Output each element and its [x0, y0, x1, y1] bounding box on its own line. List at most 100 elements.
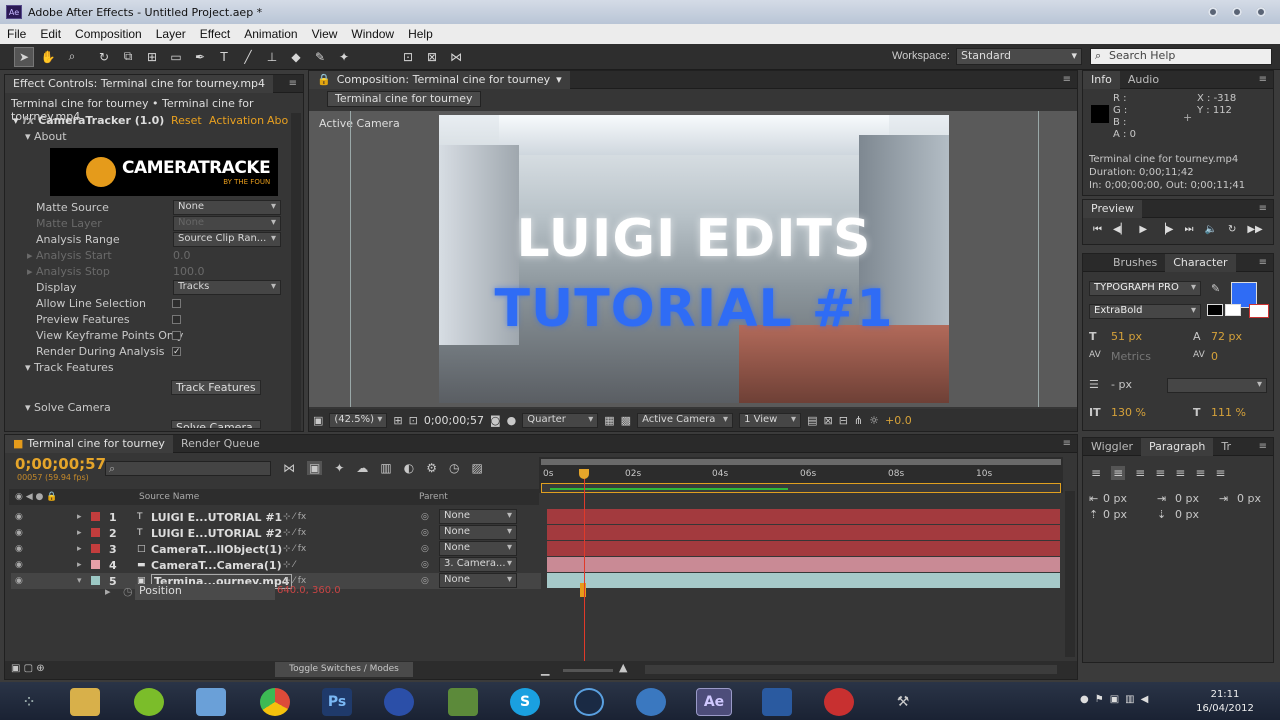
selection-tool-icon[interactable]: ➤	[14, 46, 34, 67]
layer-label-color[interactable]	[91, 528, 100, 537]
timeline-zoom-slider[interactable]	[563, 669, 613, 672]
justify-all-icon[interactable]: ≡	[1215, 466, 1225, 480]
comp-subtab[interactable]: Terminal cine for tourney	[327, 91, 481, 107]
kerning-value[interactable]: Metrics	[1111, 350, 1151, 363]
indent-left-value[interactable]: 0 px	[1103, 492, 1127, 505]
av-switches-icon[interactable]: ◉ ◀ ● 🔒	[15, 492, 57, 502]
tab-wiggler[interactable]: Wiggler	[1083, 438, 1141, 456]
tab-info[interactable]: Info	[1083, 70, 1120, 89]
rotate-tool-icon[interactable]: ↻	[94, 47, 114, 67]
chrome-icon[interactable]	[260, 688, 290, 716]
effect-controls-scrollbar[interactable]	[291, 113, 301, 431]
display-select[interactable]: Tracks	[173, 280, 281, 295]
layer-switches[interactable]: ⊹ ⁄ fx	[283, 512, 306, 522]
layer-duration-bar[interactable]	[547, 573, 1060, 588]
parent-pickwhip-icon[interactable]: ◎	[421, 528, 429, 538]
layer-switches[interactable]: ⊹ ⁄	[283, 560, 295, 570]
layer-switches[interactable]: ⊹ ⁄ fx	[283, 528, 306, 538]
vertical-scale-value[interactable]: 130 %	[1111, 406, 1146, 419]
activation-link[interactable]: Activation	[209, 114, 264, 127]
shy-icon[interactable]: ☁	[356, 461, 368, 475]
footer-toggle-icons[interactable]: ▣ ▢ ⊕	[11, 663, 45, 674]
ram-preview-icon[interactable]: ▶▶	[1247, 224, 1262, 235]
comp-viewer[interactable]: Active Camera LUIGI EDITS TUTORIAL #1	[309, 111, 1077, 407]
minimize-icon[interactable]	[1208, 7, 1218, 17]
position-property[interactable]: Position	[135, 584, 275, 600]
tab-timeline-comp[interactable]: ■ Terminal cine for tourney	[5, 434, 173, 453]
space-after-value[interactable]: 0 px	[1175, 508, 1199, 521]
brainstorm-icon[interactable]: ⚙	[426, 461, 437, 475]
firefox-icon[interactable]	[384, 688, 414, 716]
layer-label-color[interactable]	[91, 576, 100, 585]
menu-view[interactable]: View	[305, 27, 345, 41]
menu-file[interactable]: File	[0, 27, 33, 41]
paint-icon[interactable]	[196, 688, 226, 716]
disclosure-icon[interactable]: ▾	[13, 114, 19, 127]
position-value[interactable]: 640.0, 360.0	[277, 585, 341, 596]
view-keyframe-points-checkbox[interactable]	[172, 331, 181, 340]
menu-composition[interactable]: Composition	[68, 27, 149, 41]
visibility-eye-icon[interactable]: ◉	[15, 576, 23, 586]
parent-pickwhip-icon[interactable]: ◎	[421, 560, 429, 570]
tab-paragraph[interactable]: Paragraph	[1141, 437, 1214, 456]
position-keyframe[interactable]	[580, 583, 586, 597]
views-layout-select[interactable]: 1 View	[739, 412, 802, 428]
track-features-button[interactable]: Track Features	[171, 380, 261, 395]
white-swatch[interactable]	[1225, 304, 1241, 316]
about-link[interactable]: Abo	[267, 114, 288, 127]
type-tool-icon[interactable]: T	[214, 47, 234, 67]
layer-disclosure-icon[interactable]: ▸	[77, 512, 82, 522]
justify-left-icon[interactable]: ≡	[1155, 466, 1165, 480]
parent-pickwhip-icon[interactable]: ◎	[421, 576, 429, 586]
toggle-switches-modes-button[interactable]: Toggle Switches / Modes	[275, 662, 413, 677]
comp-timecode[interactable]: 0;00;00;57	[424, 414, 484, 427]
stopwatch-icon[interactable]: ◷	[449, 461, 459, 475]
zoom-tool-icon[interactable]: ⌕	[62, 47, 82, 67]
allow-line-selection-checkbox[interactable]	[172, 299, 181, 308]
region-icon[interactable]: ▦	[604, 414, 614, 427]
font-family-select[interactable]: TYPOGRAPH PRO	[1089, 281, 1201, 296]
layer-duration-bar[interactable]	[547, 525, 1060, 540]
resolution-select[interactable]: Quarter	[522, 412, 599, 428]
align-center-icon[interactable]: ≡	[1111, 466, 1126, 480]
maximize-icon[interactable]	[1232, 7, 1242, 17]
transparency-grid-icon[interactable]: ▩	[621, 414, 631, 427]
layer-row[interactable]: ◉ ▾ 5 ▣ Termina...ourney.mp4 ⊹ ⁄ fx ◎ None	[11, 573, 541, 589]
render-range-bar[interactable]	[541, 483, 1061, 493]
stroke-color-swatch[interactable]	[1249, 304, 1269, 318]
live-update-icon[interactable]: ▣	[307, 461, 323, 475]
motion-blur-icon[interactable]: ◐	[404, 461, 414, 475]
tab-effect-controls[interactable]: Effect Controls: Terminal cine for tourn…	[5, 74, 274, 93]
start-icon[interactable]: ⁘	[14, 688, 44, 716]
clock[interactable]: 21:11 16/04/2012	[1190, 688, 1260, 716]
steam-icon[interactable]	[574, 688, 604, 716]
parent-select[interactable]: None	[439, 525, 517, 540]
fx-icon[interactable]: fx	[22, 114, 34, 127]
tracking-value[interactable]: 0	[1211, 350, 1218, 363]
after-effects-taskbar-icon[interactable]: Ae	[696, 688, 732, 716]
axis-local-icon[interactable]: ⊡	[398, 47, 418, 67]
comp-lock-icon[interactable]: 🔒	[317, 73, 331, 86]
camera-view-select[interactable]: Active Camera	[637, 412, 734, 428]
tab-preview[interactable]: Preview	[1083, 199, 1142, 218]
menu-window[interactable]: Window	[344, 27, 401, 41]
timeline-icon[interactable]: ⊟	[839, 414, 848, 427]
position-stopwatch-icon[interactable]: ◷	[123, 585, 133, 598]
layer-name[interactable]: LUIGI E...UTORIAL #1	[151, 511, 282, 524]
skype-icon[interactable]: S	[510, 688, 540, 716]
layer-name[interactable]: CameraT...Camera(1)	[151, 559, 282, 572]
layer-label-color[interactable]	[91, 512, 100, 521]
layer-row[interactable]: ◉ ▸ 4 ▬ CameraT...Camera(1) ⊹ ⁄ ◎ 3. Camera...	[11, 557, 541, 573]
space-before-value[interactable]: 0 px	[1103, 508, 1127, 521]
timeline-v-scrollbar[interactable]	[1065, 491, 1075, 657]
layer-label-color[interactable]	[91, 544, 100, 553]
fast-preview-icon[interactable]: ⊠	[823, 414, 832, 427]
menu-effect[interactable]: Effect	[193, 27, 237, 41]
show-channel-icon[interactable]: ●	[507, 414, 517, 427]
spotify-icon[interactable]	[134, 688, 164, 716]
layer-label-color[interactable]	[91, 560, 100, 569]
layer-row[interactable]: ◉ ▸ 1 T LUIGI E...UTORIAL #1 ⊹ ⁄ fx ◎ None	[11, 509, 541, 525]
fit-icon[interactable]: ⊞	[393, 414, 402, 427]
puppet-tool-icon[interactable]: ✦	[334, 47, 354, 67]
layer-disclosure-icon[interactable]: ▸	[77, 544, 82, 554]
